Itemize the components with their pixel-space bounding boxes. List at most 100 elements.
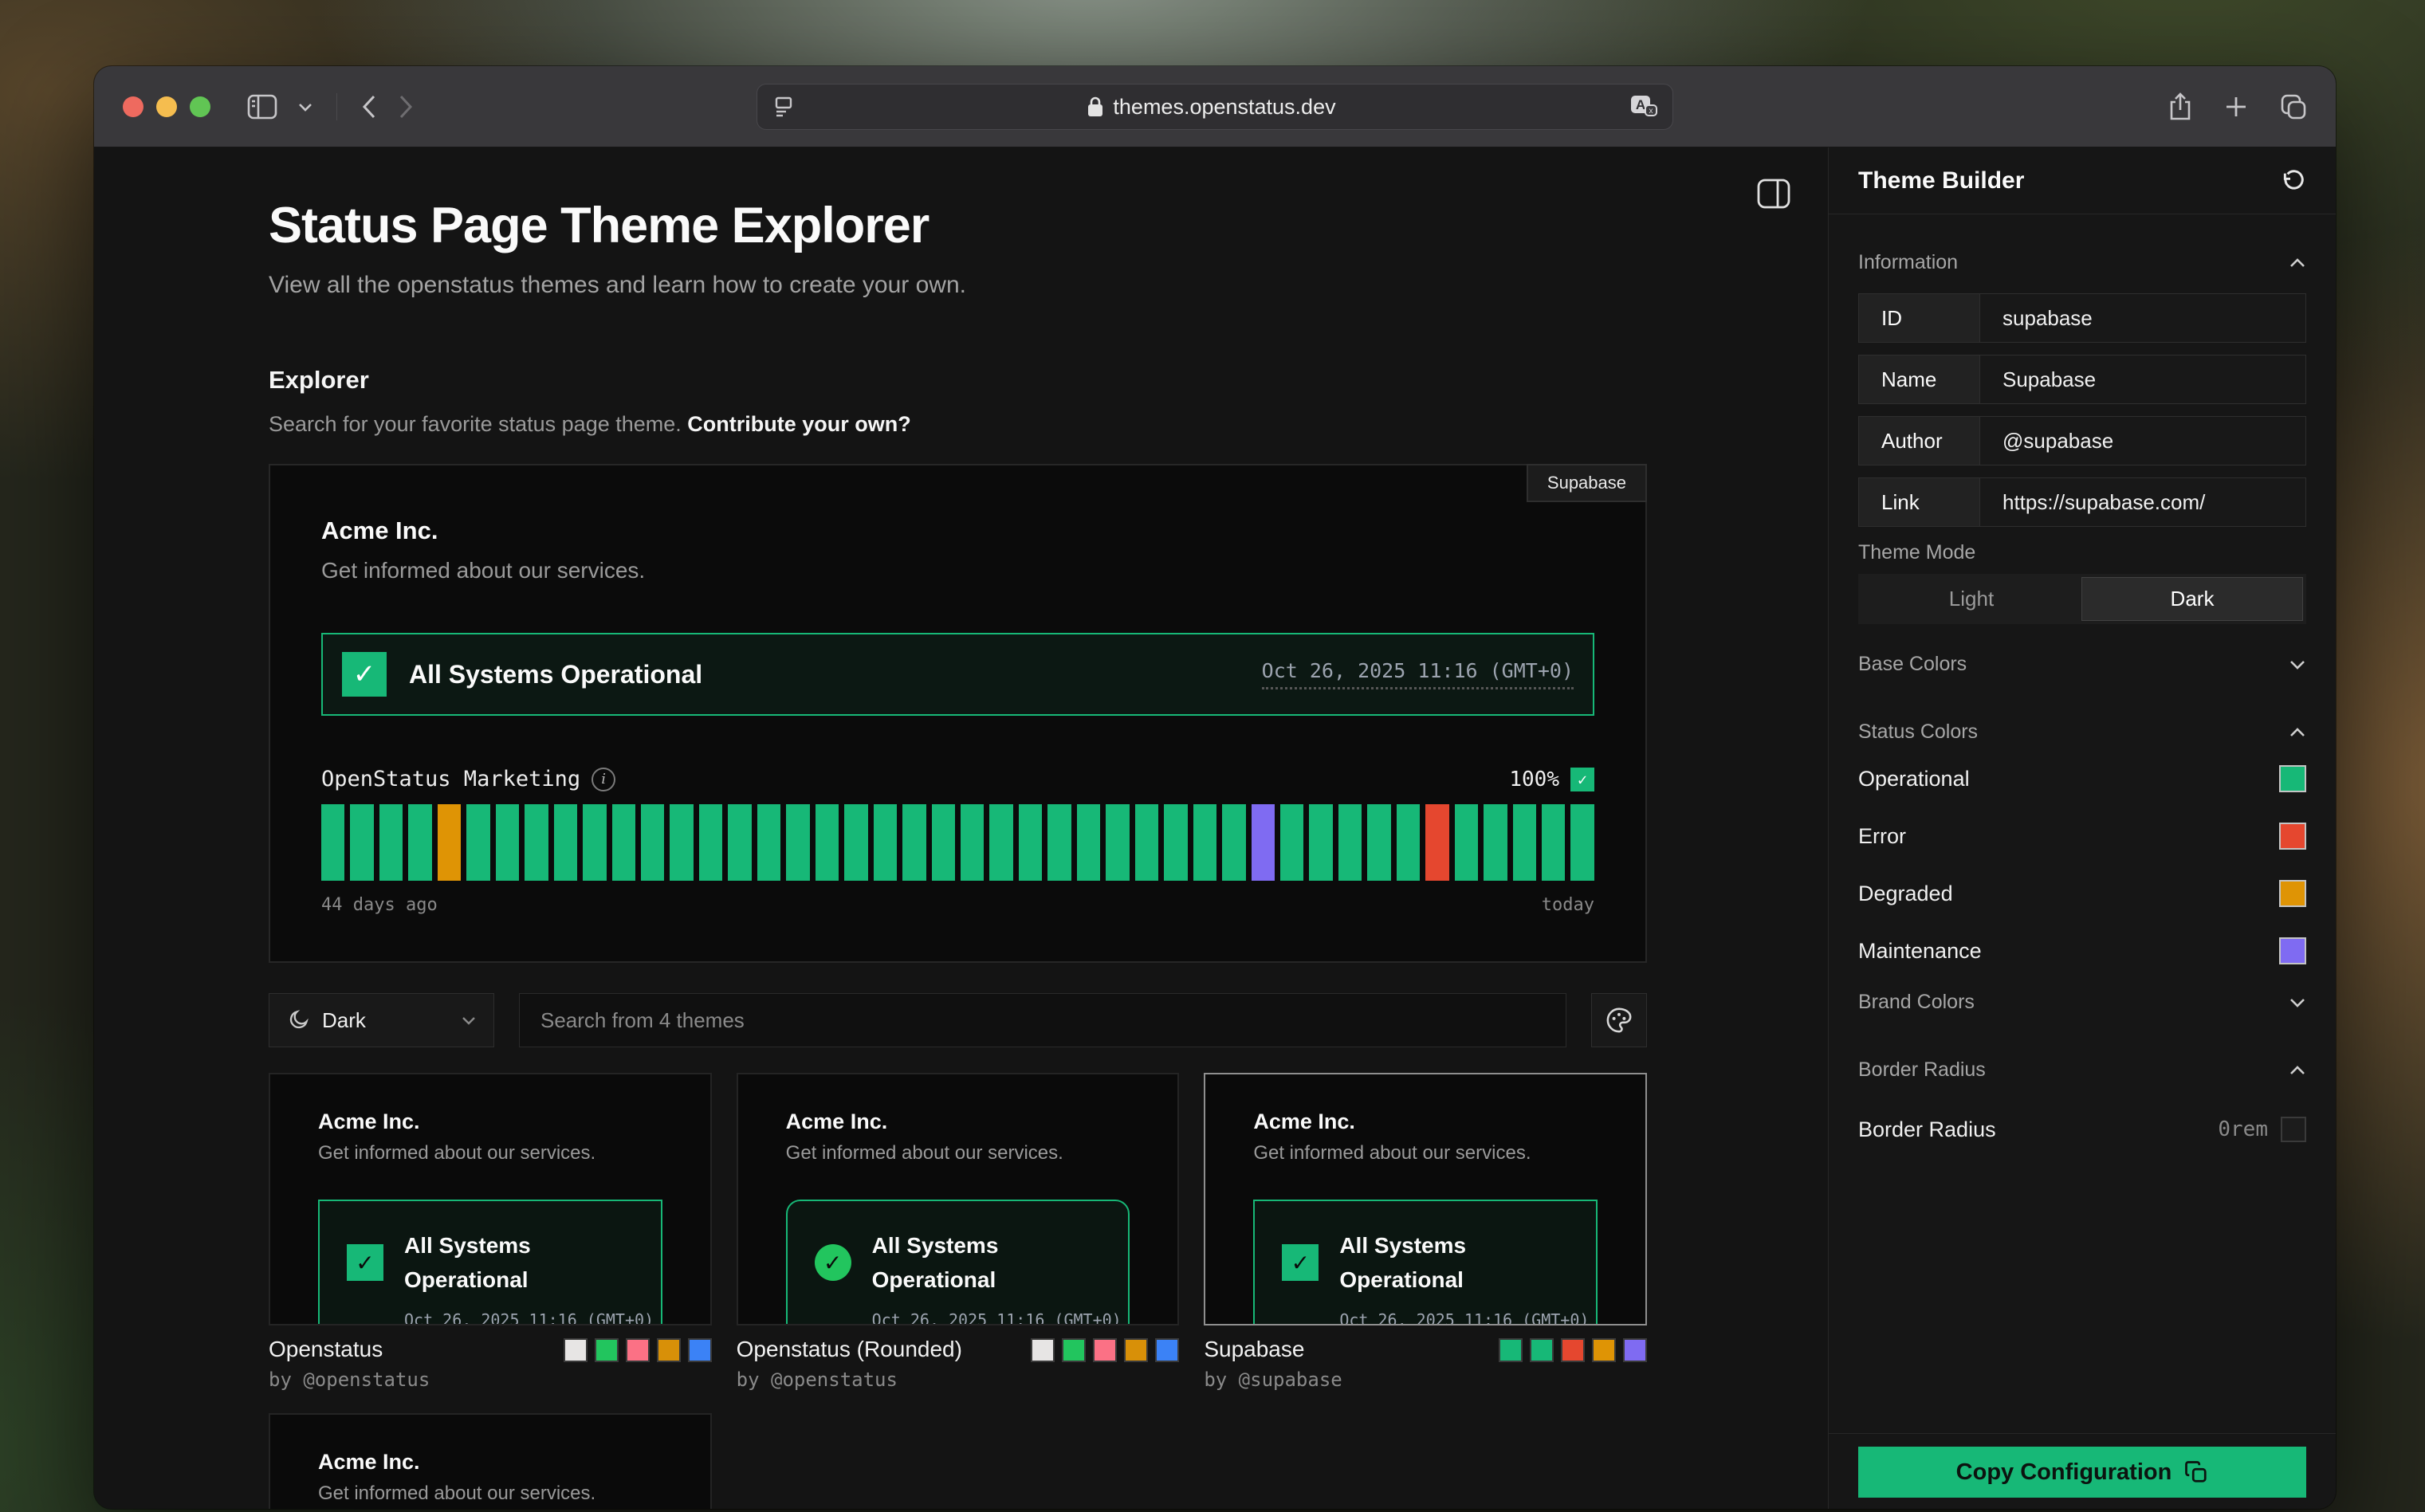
theme-card-openstatus[interactable]: Acme Inc. Get informed about our service…: [269, 1073, 712, 1325]
uptime-bar-operational[interactable]: [1542, 804, 1565, 881]
uptime-bar-operational[interactable]: [816, 804, 839, 881]
uptime-bar-operational[interactable]: [1455, 804, 1478, 881]
reset-icon[interactable]: [2281, 168, 2306, 194]
new-tab-icon[interactable]: [2224, 95, 2248, 119]
uptime-bar-operational[interactable]: [1280, 804, 1303, 881]
toolbar-divider: [336, 93, 337, 120]
uptime-bar-operational[interactable]: [1106, 804, 1129, 881]
uptime-bar-operational[interactable]: [321, 804, 344, 881]
banner-line2: Operational: [404, 1267, 529, 1292]
uptime-bar-operational[interactable]: [728, 804, 751, 881]
uptime-bar-operational[interactable]: [874, 804, 897, 881]
uptime-bar-operational[interactable]: [1077, 804, 1100, 881]
uptime-bar-error[interactable]: [1425, 804, 1448, 881]
uptime-bar-operational[interactable]: [670, 804, 693, 881]
sidebar-toggle-icon[interactable]: [247, 94, 277, 120]
uptime-bar-operational[interactable]: [961, 804, 984, 881]
card-tagline: Get informed about our services.: [1253, 1142, 1598, 1164]
uptime-bar-operational[interactable]: [525, 804, 548, 881]
uptime-bar-operational[interactable]: [641, 804, 664, 881]
info-icon[interactable]: i: [592, 768, 615, 791]
card-tagline: Get informed about our services.: [318, 1483, 662, 1505]
id-field[interactable]: supabase: [1980, 294, 2305, 342]
uptime-bar-operational[interactable]: [1047, 804, 1071, 881]
back-button[interactable]: [361, 94, 377, 120]
uptime-bar-operational[interactable]: [350, 804, 373, 881]
close-window-button[interactable]: [123, 96, 143, 117]
status-colors-section-header[interactable]: Status Colors: [1858, 721, 2306, 744]
address-bar[interactable]: themes.openstatus.dev A x: [757, 84, 1673, 130]
operational-color-swatch[interactable]: [2279, 765, 2306, 792]
uptime-bar-operational[interactable]: [408, 804, 431, 881]
uptime-bar-operational[interactable]: [1513, 804, 1536, 881]
dark-mode-option[interactable]: Dark: [2081, 577, 2303, 621]
uptime-bar-operational[interactable]: [1397, 804, 1420, 881]
border-radius-section-header[interactable]: Border Radius: [1858, 1058, 2306, 1082]
uptime-bar-operational[interactable]: [496, 804, 519, 881]
page-format-icon[interactable]: [772, 95, 796, 119]
info-row-name: Name Supabase: [1858, 355, 2306, 404]
status-timestamp[interactable]: Oct 26, 2025 11:16 (GMT+0): [1262, 659, 1574, 689]
uptime-bar-operational[interactable]: [583, 804, 606, 881]
uptime-bar-operational[interactable]: [1367, 804, 1390, 881]
uptime-bar-operational[interactable]: [902, 804, 926, 881]
theme-mode-toggle: Light Dark: [1858, 574, 2306, 624]
uptime-bar-operational[interactable]: [989, 804, 1012, 881]
border-radius-row: Border Radius 0rem: [1858, 1112, 2306, 1147]
theme-mode-dropdown[interactable]: Dark: [269, 993, 494, 1047]
uptime-bar-operational[interactable]: [699, 804, 722, 881]
banner-line1: All Systems: [404, 1233, 531, 1258]
author-field[interactable]: @supabase: [1980, 417, 2305, 465]
link-field[interactable]: https://supabase.com/: [1980, 478, 2305, 526]
uptime-bar-maintenance[interactable]: [1252, 804, 1275, 881]
maintenance-color-swatch[interactable]: [2279, 937, 2306, 964]
uptime-bar-operational[interactable]: [1019, 804, 1042, 881]
uptime-bar-operational[interactable]: [1484, 804, 1507, 881]
uptime-bar-operational[interactable]: [466, 804, 489, 881]
copy-configuration-button[interactable]: Copy Configuration: [1858, 1447, 2306, 1498]
name-field[interactable]: Supabase: [1980, 355, 2305, 403]
share-icon[interactable]: [2168, 92, 2192, 121]
svg-text:x: x: [1649, 107, 1653, 116]
forward-button[interactable]: [398, 94, 414, 120]
panel-toggle-icon[interactable]: [1756, 178, 1791, 210]
tab-overview-icon[interactable]: [2280, 93, 2307, 120]
palette-button[interactable]: [1591, 993, 1647, 1047]
uptime-bar-operational[interactable]: [1338, 804, 1362, 881]
chevron-down-icon[interactable]: [298, 102, 312, 112]
card-tagline: Get informed about our services.: [786, 1142, 1130, 1164]
light-mode-option[interactable]: Light: [1861, 577, 2081, 621]
degraded-color-swatch[interactable]: [2279, 880, 2306, 907]
information-section-header[interactable]: Information: [1858, 251, 2306, 274]
uptime-bar-operational[interactable]: [1222, 804, 1245, 881]
uptime-bar-operational[interactable]: [1570, 804, 1594, 881]
uptime-bar-operational[interactable]: [844, 804, 867, 881]
theme-card-partial[interactable]: Acme Inc. Get informed about our service…: [269, 1413, 712, 1509]
theme-card-openstatus-rounded[interactable]: Acme Inc. Get informed about our service…: [737, 1073, 1180, 1325]
minimize-window-button[interactable]: [156, 96, 177, 117]
uptime-bar-operational[interactable]: [1164, 804, 1187, 881]
theme-search-input[interactable]: [519, 993, 1566, 1047]
contribute-link[interactable]: Contribute your own?: [687, 412, 910, 436]
translate-icon[interactable]: A x: [1628, 94, 1658, 120]
uptime-tracker[interactable]: [321, 804, 1594, 881]
base-colors-section-header[interactable]: Base Colors: [1858, 653, 2306, 676]
uptime-bar-operational[interactable]: [554, 804, 577, 881]
brand-colors-section-header[interactable]: Brand Colors: [1858, 991, 2306, 1014]
color-swatch: [564, 1338, 588, 1362]
theme-card-supabase[interactable]: Acme Inc. Get informed about our service…: [1204, 1073, 1647, 1325]
uptime-bar-operational[interactable]: [786, 804, 809, 881]
uptime-bar-operational[interactable]: [932, 804, 955, 881]
uptime-bar-operational[interactable]: [757, 804, 780, 881]
uptime-bar-operational[interactable]: [612, 804, 635, 881]
field-label: Name: [1859, 355, 1980, 403]
uptime-bar-operational[interactable]: [1309, 804, 1332, 881]
uptime-bar-operational[interactable]: [379, 804, 403, 881]
uptime-check-icon: ✓: [1570, 768, 1594, 791]
uptime-bar-operational[interactable]: [1135, 804, 1158, 881]
uptime-bar-degraded[interactable]: [438, 804, 461, 881]
uptime-bar-operational[interactable]: [1193, 804, 1216, 881]
error-color-swatch[interactable]: [2279, 823, 2306, 850]
border-radius-input[interactable]: [2281, 1117, 2306, 1142]
zoom-window-button[interactable]: [190, 96, 210, 117]
